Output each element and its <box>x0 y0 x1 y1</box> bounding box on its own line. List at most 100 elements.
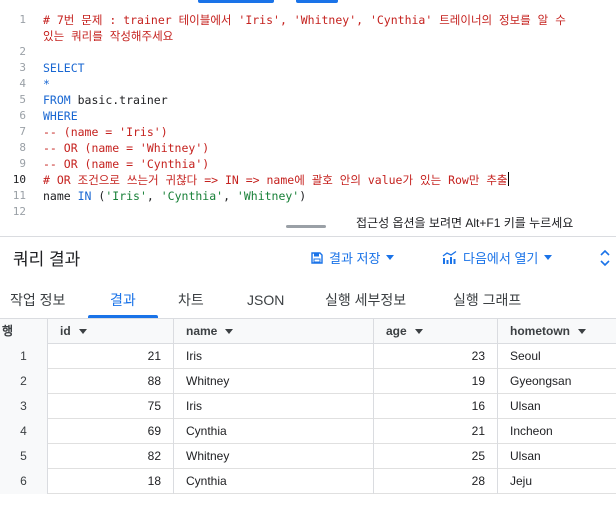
column-header-name[interactable]: name <box>174 319 374 344</box>
sort-menu-icon[interactable] <box>578 329 586 334</box>
cell-id: 82 <box>48 444 174 469</box>
sort-menu-icon[interactable] <box>78 329 87 334</box>
code-token: -- (name = 'Iris') <box>43 125 168 139</box>
line-number: 1 <box>19 13 26 26</box>
code-token: ( <box>91 189 106 203</box>
code-token: name <box>43 189 78 203</box>
table-row[interactable]: 4 69 Cynthia 21 Incheon <box>0 419 616 444</box>
cell-age: 25 <box>374 444 498 469</box>
code-line[interactable]: 2 <box>0 44 616 60</box>
cell-name: Iris <box>174 394 374 419</box>
run-button-edge <box>198 0 274 3</box>
tab-execution-graph[interactable]: 실행 그래프 <box>453 284 521 318</box>
line-number: 3 <box>19 61 26 74</box>
table-row[interactable]: 6 18 Cynthia 28 Jeju <box>0 469 616 494</box>
code-token: # 7번 문제 : trainer 테이블에서 'Iris', 'Whitney… <box>43 13 566 27</box>
cell-name: Cynthia <box>174 419 374 444</box>
table-row[interactable]: 3 75 Iris 16 Ulsan <box>0 394 616 419</box>
panel-divider[interactable] <box>0 236 616 237</box>
tab-results[interactable]: 결과 <box>110 284 136 318</box>
code-line[interactable]: 1 # 7번 문제 : trainer 테이블에서 'Iris', 'Whitne… <box>0 12 616 28</box>
line-number: 11 <box>12 189 26 202</box>
code-token: ) <box>299 189 307 203</box>
code-text: 있는 쿼리를 작성해주세요 <box>43 28 173 44</box>
line-number: 6 <box>19 109 26 122</box>
cell-name: Whitney <box>174 444 374 469</box>
column-header-label: hometown <box>510 324 570 338</box>
code-token: basic.trainer <box>70 93 168 107</box>
row-number: 2 <box>0 369 48 394</box>
table-row[interactable]: 1 21 Iris 23 Seoul <box>0 344 616 369</box>
code-text: -- (name = 'Iris') <box>43 124 168 140</box>
code-line[interactable]: 9 -- OR (name = 'Cynthia') <box>0 156 616 172</box>
save-results-label: 결과 저장 <box>329 251 381 266</box>
cell-hometown: Ulsan <box>510 449 541 463</box>
cell-id: 75 <box>48 394 174 419</box>
code-text: -- OR (name = 'Cynthia') <box>43 156 209 172</box>
explore-chart-icon <box>442 251 457 264</box>
open-in-button[interactable]: 다음에서 열기 <box>442 248 553 267</box>
row-number: 3 <box>0 394 48 419</box>
code-token: WHERE <box>43 109 78 123</box>
sql-editor[interactable]: 1 # 7번 문제 : trainer 테이블에서 'Iris', 'Whitne… <box>0 0 616 236</box>
column-header-id[interactable]: id <box>48 319 174 344</box>
code-line[interactable]: 4 * <box>0 76 616 92</box>
row-number-header: 행 <box>0 319 48 344</box>
save-results-button[interactable]: 결과 저장 <box>311 248 395 267</box>
cell-hometown: Gyeongsan <box>510 374 572 388</box>
code-line[interactable]: 5 FROM basic.trainer <box>0 92 616 108</box>
code-token: # OR 조건으로 쓰는거 귀찮다 => IN => name에 괄호 안의 v… <box>43 173 508 187</box>
results-title: 쿼리 결과 <box>13 250 81 269</box>
editor-horizontal-scrollbar[interactable] <box>286 225 326 228</box>
tab-json[interactable]: JSON <box>247 284 284 318</box>
cell-name: Cynthia <box>174 469 374 494</box>
row-number: 1 <box>0 344 48 369</box>
code-token: FROM <box>43 93 71 107</box>
code-line[interactable]: 7 -- (name = 'Iris') <box>0 124 616 140</box>
cell-age: 16 <box>374 394 498 419</box>
code-text: # 7번 문제 : trainer 테이블에서 'Iris', 'Whitney… <box>43 12 566 28</box>
code-text: WHERE <box>43 108 78 124</box>
column-header-hometown[interactable]: hometown <box>498 319 616 344</box>
code-text: -- OR (name = 'Whitney') <box>43 140 209 156</box>
code-line[interactable]: 6 WHERE <box>0 108 616 124</box>
code-token: 있는 쿼리를 작성해주세요 <box>43 29 174 43</box>
cell-hometown: Seoul <box>510 349 541 363</box>
line-number: 12 <box>12 205 26 218</box>
line-number: 5 <box>19 93 26 106</box>
cell-id: 21 <box>48 344 174 369</box>
code-token: , <box>146 189 161 203</box>
tab-execution-details[interactable]: 실행 세부정보 <box>325 284 406 318</box>
cell-name: Whitney <box>174 369 374 394</box>
sort-menu-icon[interactable] <box>414 329 423 334</box>
tab-chart[interactable]: 차트 <box>178 284 204 318</box>
cell-age: 28 <box>374 469 498 494</box>
table-row[interactable]: 2 88 Whitney 19 Gyeongsan <box>0 369 616 394</box>
code-line[interactable]: 3 SELECT <box>0 60 616 76</box>
expand-collapse-icon[interactable] <box>598 248 612 268</box>
code-token: -- OR (name = 'Whitney') <box>43 141 210 155</box>
tab-job-info[interactable]: 작업 정보 <box>10 284 65 318</box>
results-tabs: 작업 정보 결과 차트 JSON 실행 세부정보 실행 그래프 <box>0 284 616 318</box>
code-line[interactable]: 11 name IN ('Iris', 'Cynthia', 'Whitney') <box>0 188 616 204</box>
table-row[interactable]: 5 82 Whitney 25 Ulsan <box>0 444 616 469</box>
line-number: 2 <box>19 45 26 58</box>
cell-id: 69 <box>48 419 174 444</box>
code-line[interactable]: 10 # OR 조건으로 쓰는거 귀찮다 => IN => name에 괄호 안의… <box>0 172 616 188</box>
cell-id: 88 <box>48 369 174 394</box>
column-header-age[interactable]: age <box>374 319 498 344</box>
code-line[interactable]: 8 -- OR (name = 'Whitney') <box>0 140 616 156</box>
cell-hometown: Ulsan <box>510 399 541 413</box>
code-token: * <box>43 77 50 91</box>
code-token: 'Iris' <box>105 189 147 203</box>
save-icon <box>311 251 323 264</box>
cell-age: 21 <box>374 419 498 444</box>
cell-name: Iris <box>174 344 374 369</box>
row-number: 4 <box>0 419 48 444</box>
accessibility-hint: 접근성 옵션을 보려면 Alt+F1 키를 누르세요 <box>356 216 574 230</box>
code-token: 'Whitney' <box>236 189 300 203</box>
row-number: 5 <box>0 444 48 469</box>
text-cursor <box>507 172 510 186</box>
code-line[interactable]: 있는 쿼리를 작성해주세요 <box>0 28 616 44</box>
sort-menu-icon[interactable] <box>225 329 234 334</box>
